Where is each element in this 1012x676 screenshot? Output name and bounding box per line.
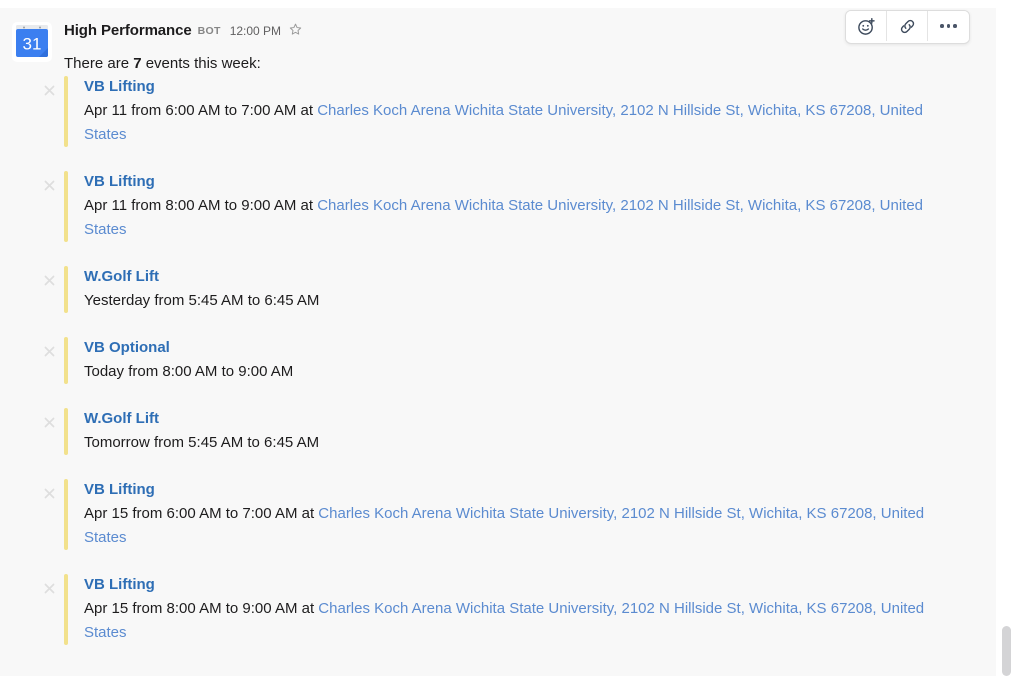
intro-line: There are 7 events this week: <box>64 53 261 75</box>
event-title-link[interactable]: VB Lifting <box>84 76 960 98</box>
link-icon <box>898 17 917 36</box>
event-time: Today from 8:00 AM to 9:00 AM <box>84 363 294 380</box>
event-close-icon[interactable] <box>40 484 58 502</box>
event-title-link[interactable]: VB Optional <box>84 337 960 359</box>
add-reaction-icon <box>857 17 876 36</box>
add-reaction-button[interactable] <box>846 11 887 41</box>
intro-suffix: events this week: <box>141 55 261 72</box>
svg-text:31: 31 <box>23 35 42 54</box>
event-title-link[interactable]: VB Lifting <box>84 479 960 501</box>
message-timestamp[interactable]: 12:00 PM <box>230 24 281 38</box>
event-row: VB Lifting Apr 11 from 6:00 AM to 7:00 AM… <box>40 76 960 171</box>
avatar[interactable]: 31 <box>12 22 52 62</box>
event-close-icon[interactable] <box>40 271 58 289</box>
event-close-icon[interactable] <box>40 413 58 431</box>
event-row: VB Lifting Apr 11 from 8:00 AM to 9:00 AM… <box>40 171 960 266</box>
message-container: 31 High Performance BOT 12:00 PM There a… <box>0 8 996 676</box>
bot-badge: BOT <box>197 25 221 37</box>
event-body: W.Golf Lift Tomorrow from 5:45 AM to 6:45… <box>68 408 960 455</box>
event-time: Apr 15 from 8:00 AM to 9:00 AM at <box>84 600 319 617</box>
intro-prefix: There are <box>64 55 134 72</box>
event-time: Apr 11 from 6:00 AM to 7:00 AM at <box>84 102 318 119</box>
event-detail: Apr 11 from 8:00 AM to 9:00 AM at Charle… <box>84 194 960 242</box>
event-title-link[interactable]: VB Lifting <box>84 574 960 596</box>
events-list: VB Lifting Apr 11 from 6:00 AM to 7:00 AM… <box>40 76 960 669</box>
share-link-button[interactable] <box>887 11 928 41</box>
event-title-link[interactable]: W.Golf Lift <box>84 266 960 288</box>
scrollbar-thumb[interactable] <box>1002 626 1011 676</box>
event-row: VB Optional Today from 8:00 AM to 9:00 AM <box>40 337 960 408</box>
message-header: High Performance BOT 12:00 PM <box>64 22 302 42</box>
event-detail: Apr 11 from 6:00 AM to 7:00 AM at Charle… <box>84 99 960 147</box>
event-row: W.Golf Lift Tomorrow from 5:45 AM to 6:45… <box>40 408 960 479</box>
scrollbar-track[interactable] <box>1000 0 1012 676</box>
event-time: Apr 15 from 6:00 AM to 7:00 AM at <box>84 505 319 522</box>
event-close-icon[interactable] <box>40 342 58 360</box>
google-calendar-icon: 31 <box>16 25 48 57</box>
event-time: Yesterday from 5:45 AM to 6:45 AM <box>84 292 320 309</box>
event-title-link[interactable]: W.Golf Lift <box>84 408 960 430</box>
event-close-icon[interactable] <box>40 579 58 597</box>
event-row: VB Lifting Apr 15 from 8:00 AM to 9:00 AM… <box>40 574 960 669</box>
star-icon[interactable] <box>289 23 302 41</box>
event-detail: Tomorrow from 5:45 AM to 6:45 AM <box>84 431 960 455</box>
more-actions-button[interactable] <box>928 11 969 41</box>
event-row: VB Lifting Apr 15 from 6:00 AM to 7:00 AM… <box>40 479 960 574</box>
event-body: VB Lifting Apr 11 from 8:00 AM to 9:00 AM… <box>68 171 960 242</box>
event-time: Tomorrow from 5:45 AM to 6:45 AM <box>84 434 320 451</box>
event-body: W.Golf Lift Yesterday from 5:45 AM to 6:4… <box>68 266 960 313</box>
event-time: Apr 11 from 8:00 AM to 9:00 AM at <box>84 197 318 214</box>
event-row: W.Golf Lift Yesterday from 5:45 AM to 6:4… <box>40 266 960 337</box>
sender-name[interactable]: High Performance <box>64 22 192 39</box>
event-close-icon[interactable] <box>40 176 58 194</box>
event-body: VB Optional Today from 8:00 AM to 9:00 AM <box>68 337 960 384</box>
event-detail: Apr 15 from 8:00 AM to 9:00 AM at Charle… <box>84 597 960 645</box>
event-detail: Yesterday from 5:45 AM to 6:45 AM <box>84 289 960 313</box>
event-count: 7 <box>133 55 142 72</box>
event-body: VB Lifting Apr 11 from 6:00 AM to 7:00 AM… <box>68 76 960 147</box>
event-detail: Apr 15 from 6:00 AM to 7:00 AM at Charle… <box>84 502 960 550</box>
event-detail: Today from 8:00 AM to 9:00 AM <box>84 360 960 384</box>
event-body: VB Lifting Apr 15 from 8:00 AM to 9:00 AM… <box>68 574 960 645</box>
event-body: VB Lifting Apr 15 from 6:00 AM to 7:00 AM… <box>68 479 960 550</box>
event-close-icon[interactable] <box>40 81 58 99</box>
message-actions-toolbar <box>845 10 970 44</box>
more-actions-icon <box>940 24 957 28</box>
event-title-link[interactable]: VB Lifting <box>84 171 960 193</box>
